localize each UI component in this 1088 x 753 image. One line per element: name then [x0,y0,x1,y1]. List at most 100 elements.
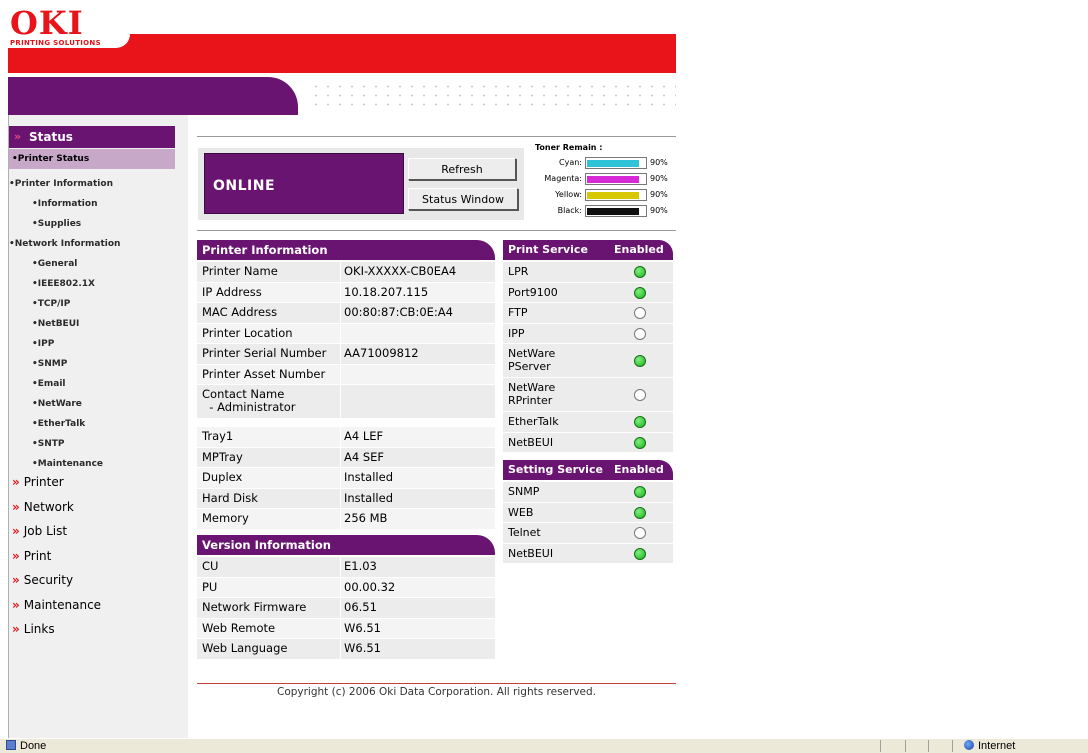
row-label: Tray1 [202,429,234,443]
sidebar-subitem[interactable]: •SNTP [32,439,65,449]
service-row: LPR [503,262,673,283]
table-row: Printer Name OKI-XXXXX-CB0EA4 [197,262,495,283]
column-divider [340,427,341,447]
table-row: Duplex Installed [197,468,495,489]
sidebar-subitem[interactable]: •Email [32,379,66,389]
table-row: Printer Location [197,323,495,344]
sidebar-subitem[interactable]: •Network Information [9,239,120,249]
column-divider [340,447,341,467]
status-divider [880,740,881,752]
print-service-table: LPR Port9100 FTP IPP NetWare PServer NetWare … [503,262,673,453]
row-label: Contact Name - Administrator [202,387,296,414]
table-row: IP Address 10.18.207.115 [197,282,495,303]
disabled-indicator-icon [634,307,646,320]
sidebar-subitem[interactable]: •Information [32,199,97,209]
service-name: NetWare PServer [508,347,556,373]
disabled-indicator-icon [634,527,646,540]
sidebar-subitem[interactable]: •IPP [32,339,54,349]
sidebar-subitem[interactable]: •Maintenance [32,459,103,469]
disabled-indicator-icon [634,389,646,401]
refresh-button[interactable]: Refresh [408,158,516,180]
page-icon [6,740,16,750]
column-divider [340,282,341,302]
sidebar-subitem[interactable]: •Printer Information [9,179,113,189]
toner-row: Magenta: 90% [520,172,676,186]
toner-level-fill [587,160,640,167]
sidebar-subitem[interactable]: •NetBEUI [32,319,79,329]
service-name: LPR [508,265,529,278]
browser-status-bar: Done Internet [0,738,1088,753]
sidebar-item-print[interactable]: » Print [9,549,51,563]
sidebar-item-maintenance[interactable]: » Maintenance [9,598,101,612]
service-name: Port9100 [508,285,558,299]
table-row: Web Language W6.51 [197,639,495,660]
setting-service-title: Setting Service [508,463,603,476]
column-divider [340,509,341,529]
sidebar-subitem[interactable]: •IEEE802.1X [32,279,95,289]
row-label: MPTray [202,449,243,464]
sidebar-item-status[interactable]: Status [9,126,175,148]
service-name: IPP [508,326,525,340]
sidebar-subitem[interactable]: •NetWare [32,399,82,409]
sidebar-subitem[interactable]: •SNMP [32,359,67,369]
row-value: OKI-XXXXX-CB0EA4 [344,264,457,278]
copyright-text: Copyright (c) 2006 Oki Data Corporation.… [276,686,597,698]
printer-state-display: ONLINE [204,153,404,214]
chevron-icon: » [12,622,20,636]
chevron-icon: » [12,573,20,587]
toner-row: Yellow: 90% [520,188,676,202]
zone-label: Internet [978,740,1016,752]
enabled-indicator-icon [634,436,646,449]
chevron-icon: » [12,597,20,612]
column-divider [340,577,341,597]
column-divider [340,262,341,282]
row-label: Hard Disk [202,490,258,505]
enabled-indicator-icon [634,286,646,299]
table-row: Tray1 A4 LEF [197,427,495,448]
logo-subtitle: PRINTING SOLUTIONS [10,39,101,47]
toner-level-bar [585,157,647,169]
table-row: MAC Address 00:80:87:CB:0E:A4 [197,303,495,324]
setting-service-table: SNMP WEB Telnet NetBEUI [503,482,673,564]
column-divider [340,618,341,638]
service-row: EtherTalk [503,412,673,433]
chevron-icon: » [12,548,20,563]
divider [197,136,676,137]
service-name: WEB [508,505,534,519]
toner-title: Toner Remain : [535,143,603,152]
status-divider [905,740,906,752]
status-window-button[interactable]: Status Window [408,188,518,210]
sidebar-subitem[interactable]: •General [32,259,77,269]
sidebar-item-printer[interactable]: » Printer [9,475,64,489]
sidebar-subitem[interactable]: •EtherTalk [32,419,85,429]
toner-level-fill [587,192,640,199]
toner-level-fill [587,208,640,215]
column-divider [340,468,341,488]
sidebar-item-printer-status[interactable]: •Printer Status [9,149,175,169]
service-row: NetWare PServer [503,344,673,378]
toner-level-fill [587,176,640,183]
row-value: A4 SEF [344,449,385,464]
sidebar-item-label: Status [29,130,73,144]
table-row: Printer Serial Number AA71009812 [197,344,495,365]
column-divider [340,598,341,618]
sidebar-item-security[interactable]: » Security [9,573,73,587]
service-row: WEB [503,502,673,523]
sidebar-item-job-list[interactable]: » Job List [9,524,67,538]
toner-level-bar [585,173,647,185]
service-name: EtherTalk [508,415,559,428]
status-label: Done [20,740,47,752]
table-row: Contact Name - Administrator [197,385,495,419]
sidebar-item-label: Links [23,622,55,636]
sidebar-subitem[interactable]: •TCP/IP [32,299,70,309]
sidebar-item-network[interactable]: » Network [9,500,74,514]
row-value: AA71009812 [344,346,419,360]
toner-percent: 90% [650,174,668,183]
sidebar-item-links[interactable]: » Links [9,622,55,636]
service-row: FTP [503,303,673,324]
toner-color-label: Black: [557,206,582,215]
sidebar-subitem[interactable]: •Supplies [32,219,81,229]
toner-color-label: Magenta: [544,174,582,183]
toner-color-label: Yellow: [555,190,582,199]
row-label: Network Firmware [202,600,307,614]
